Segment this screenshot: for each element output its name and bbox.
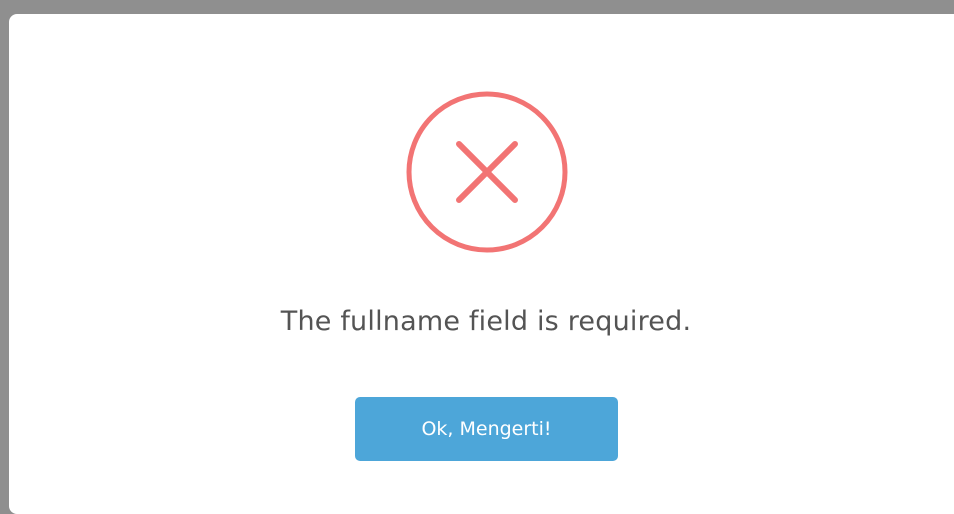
ok-button[interactable]: Ok, Mengerti! [355,397,618,461]
alert-dialog: The fullname field is required. Ok, Meng… [9,14,954,514]
alert-message: The fullname field is required. [280,306,692,337]
error-x-icon [405,90,569,254]
